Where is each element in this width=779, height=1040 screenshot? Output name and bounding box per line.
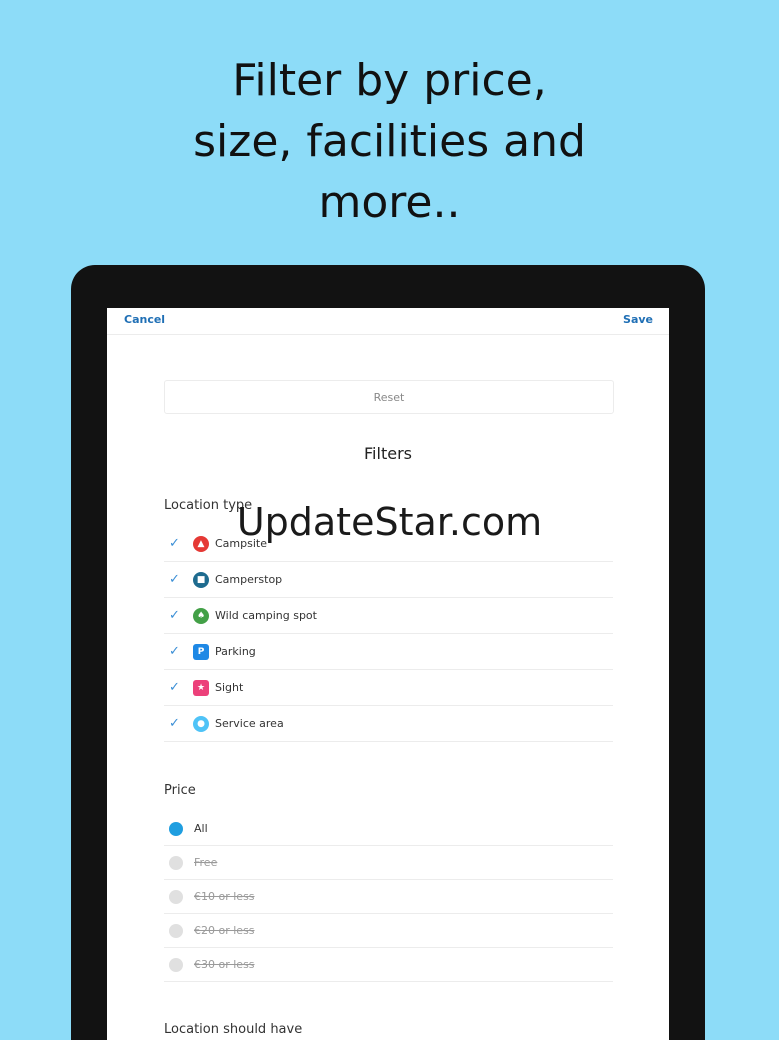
- price-option-20[interactable]: €20 or less: [164, 914, 613, 948]
- location-type-item-wild-camping[interactable]: ✓ ♠ Wild camping spot: [164, 598, 613, 634]
- price-option-label: All: [194, 822, 208, 835]
- checkmark-icon: ✓: [169, 608, 180, 623]
- tree-icon: ♠: [193, 607, 209, 624]
- location-type-item-service-area[interactable]: ✓ ● Service area: [164, 706, 613, 742]
- checkmark-icon: ✓: [169, 644, 180, 659]
- price-label: Price: [164, 783, 196, 798]
- headline-line-1: Filter by price,: [232, 55, 547, 106]
- checkmark-icon: ✓: [169, 572, 180, 587]
- location-type-item-label: Camperstop: [215, 573, 283, 586]
- location-type-item-camperstop[interactable]: ✓ ■ Camperstop: [164, 562, 613, 598]
- top-navbar: Cancel Save: [107, 308, 669, 335]
- price-option-label: €20 or less: [194, 924, 255, 937]
- location-type-item-sight[interactable]: ✓ ★ Sight: [164, 670, 613, 706]
- parking-icon: P: [193, 643, 209, 660]
- price-options-list: All Free €10 or less €20 or less €30 or …: [164, 812, 613, 982]
- radio-unselected[interactable]: [169, 957, 183, 972]
- radio-unselected[interactable]: [169, 889, 183, 904]
- location-type-item-label: Campsite: [215, 537, 267, 550]
- location-type-item-label: Service area: [215, 717, 284, 730]
- price-option-30[interactable]: €30 or less: [164, 948, 613, 982]
- price-option-label: Free: [194, 856, 218, 869]
- checkmark-icon: ✓: [169, 536, 180, 551]
- radio-unselected[interactable]: [169, 855, 183, 870]
- location-type-item-label: Wild camping spot: [215, 609, 317, 622]
- star-icon: ★: [193, 679, 209, 696]
- price-option-label: €30 or less: [194, 958, 255, 971]
- checkmark-icon: ✓: [169, 680, 180, 695]
- campsite-icon: ▲: [193, 535, 209, 552]
- location-type-item-campsite[interactable]: ✓ ▲ Campsite: [164, 526, 613, 562]
- price-option-all[interactable]: All: [164, 812, 613, 846]
- camper-icon: ■: [193, 571, 209, 588]
- checkmark-icon: ✓: [169, 716, 180, 731]
- headline-line-3: more..: [318, 177, 461, 228]
- radio-unselected[interactable]: [169, 923, 183, 938]
- price-option-label: €10 or less: [194, 890, 255, 903]
- location-type-list: ✓ ▲ Campsite ✓ ■ Camperstop ✓ ♠ Wild cam…: [164, 526, 613, 742]
- location-should-have-label: Location should have: [164, 1022, 303, 1037]
- tablet-screen: Cancel Save Reset Filters Location type …: [107, 308, 669, 1040]
- price-option-10[interactable]: €10 or less: [164, 880, 613, 914]
- location-type-item-label: Sight: [215, 681, 244, 694]
- location-type-label: Location type: [164, 498, 253, 513]
- reset-button-label: Reset: [373, 390, 405, 404]
- save-button[interactable]: Save: [623, 313, 653, 326]
- price-option-free[interactable]: Free: [164, 846, 613, 880]
- promo-headline: Filter by price, size, facilities and mo…: [0, 50, 779, 233]
- cancel-button[interactable]: Cancel: [124, 313, 165, 326]
- reset-button[interactable]: Reset: [164, 380, 614, 414]
- location-type-item-label: Parking: [215, 645, 256, 658]
- location-type-item-parking[interactable]: ✓ P Parking: [164, 634, 613, 670]
- headline-line-2: size, facilities and: [193, 116, 586, 167]
- radio-selected[interactable]: [169, 821, 183, 836]
- water-drop-icon: ●: [193, 715, 209, 732]
- page-title: Filters: [364, 444, 412, 463]
